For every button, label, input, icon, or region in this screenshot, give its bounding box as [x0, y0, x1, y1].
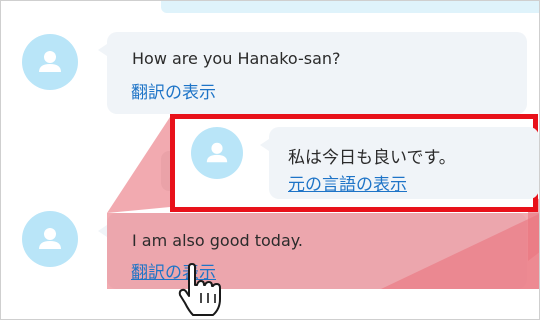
- user-avatar-icon: [206, 142, 228, 163]
- avatar[interactable]: [191, 127, 243, 179]
- translated-text: 私は今日も良いです。: [288, 148, 456, 168]
- previous-message-bubble: [161, 1, 539, 13]
- pointer-hand-icon: [178, 263, 221, 316]
- chat-window: How are you Hanako-san? 翻訳の表示 I am also …: [0, 0, 540, 320]
- user-avatar-icon: [39, 51, 61, 72]
- avatar[interactable]: [22, 34, 78, 90]
- message-text: I am also good today.: [132, 231, 304, 250]
- show-translation-link[interactable]: 翻訳の表示: [131, 78, 216, 103]
- message-text: How are you Hanako-san?: [132, 49, 341, 68]
- avatar[interactable]: [22, 211, 78, 267]
- user-avatar-icon: [39, 228, 61, 249]
- translation-callout: 私は今日も良いです。 元の言語の表示: [170, 114, 539, 212]
- show-original-language-link[interactable]: 元の言語の表示: [288, 170, 407, 195]
